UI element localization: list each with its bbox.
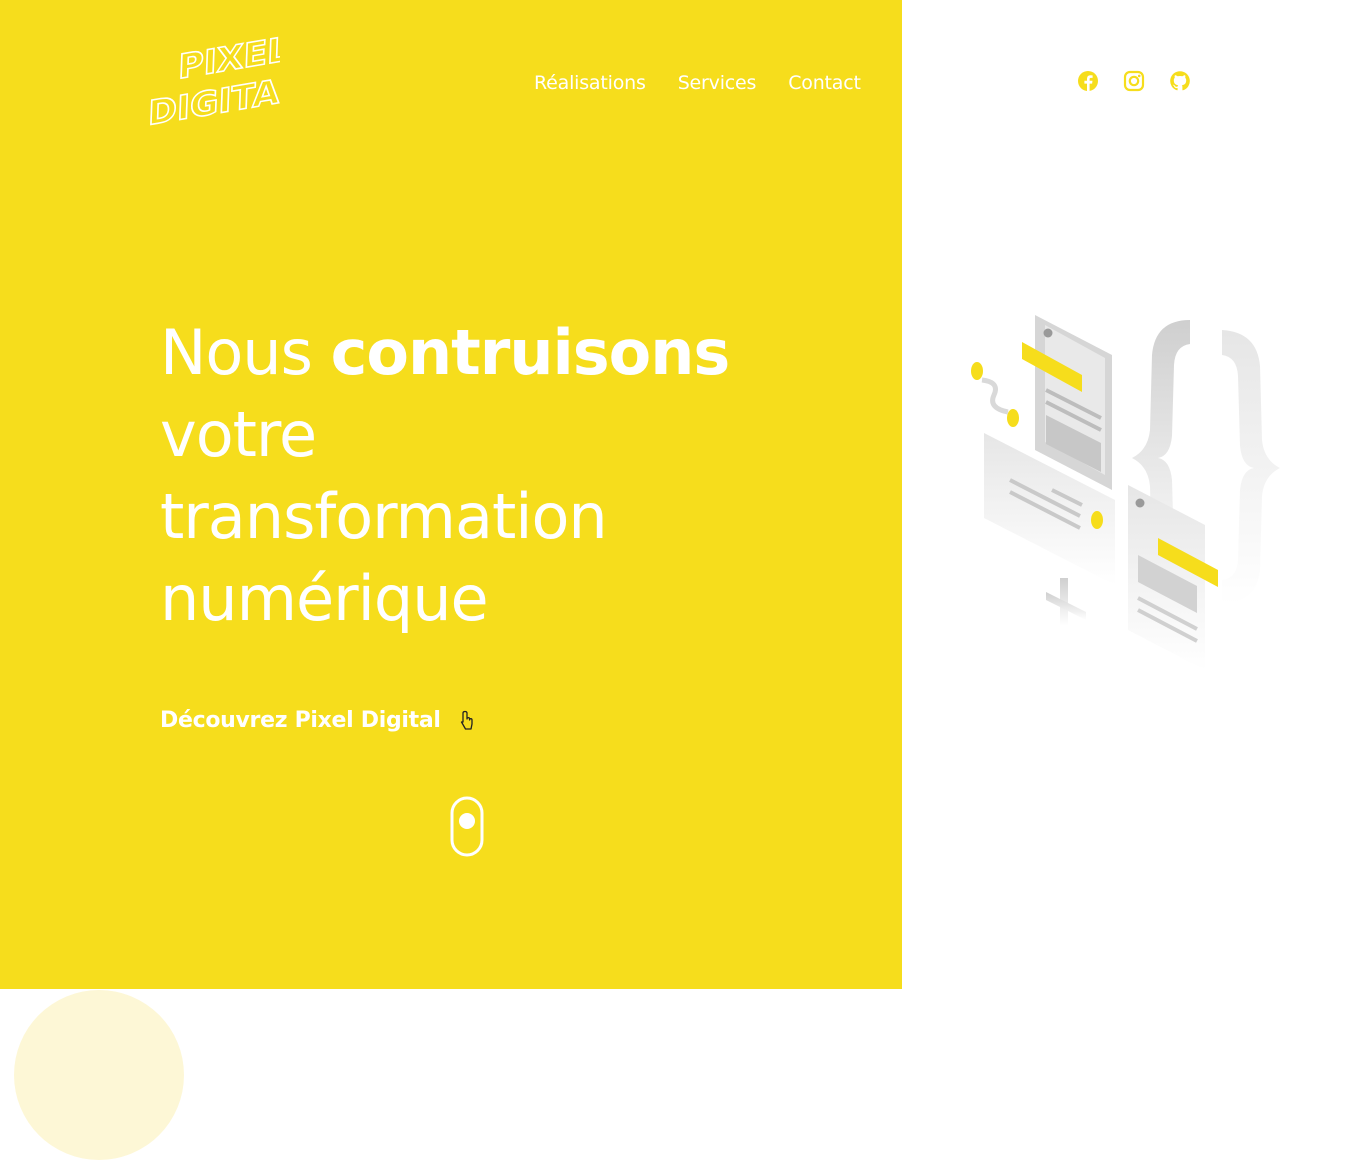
isometric-code-illustration <box>971 315 1280 670</box>
main-nav: Réalisations Services Contact <box>534 72 861 94</box>
pixel-digital-logo[interactable]: PIXEL DIGITAL <box>150 36 280 128</box>
facebook-icon[interactable] <box>1077 70 1099 92</box>
nav-link-realisations[interactable]: Réalisations <box>534 72 646 94</box>
instagram-icon[interactable] <box>1123 70 1145 92</box>
github-icon[interactable] <box>1169 70 1191 92</box>
headline-line2: votre <box>160 398 317 471</box>
hero-panel: PIXEL DIGITAL Réalisations Services Cont… <box>0 0 902 989</box>
discover-link[interactable]: Découvrez Pixel Digital <box>160 708 477 733</box>
headline-line3: transformation <box>160 480 608 553</box>
pointing-hand-icon <box>460 710 473 730</box>
nav-link-services[interactable]: Services <box>678 72 757 94</box>
decorative-circle <box>14 990 184 1160</box>
discover-link-label: Découvrez Pixel Digital <box>160 708 441 733</box>
hero-headline: Nous contruisons votre transformation numér… <box>160 312 860 640</box>
scroll-down-indicator[interactable] <box>450 796 484 858</box>
social-links <box>1077 70 1191 92</box>
headline-part1: Nous <box>160 316 331 389</box>
headline-line4: numérique <box>160 562 489 635</box>
headline-bold-word: contruisons <box>330 316 731 389</box>
nav-link-contact[interactable]: Contact <box>788 72 861 94</box>
